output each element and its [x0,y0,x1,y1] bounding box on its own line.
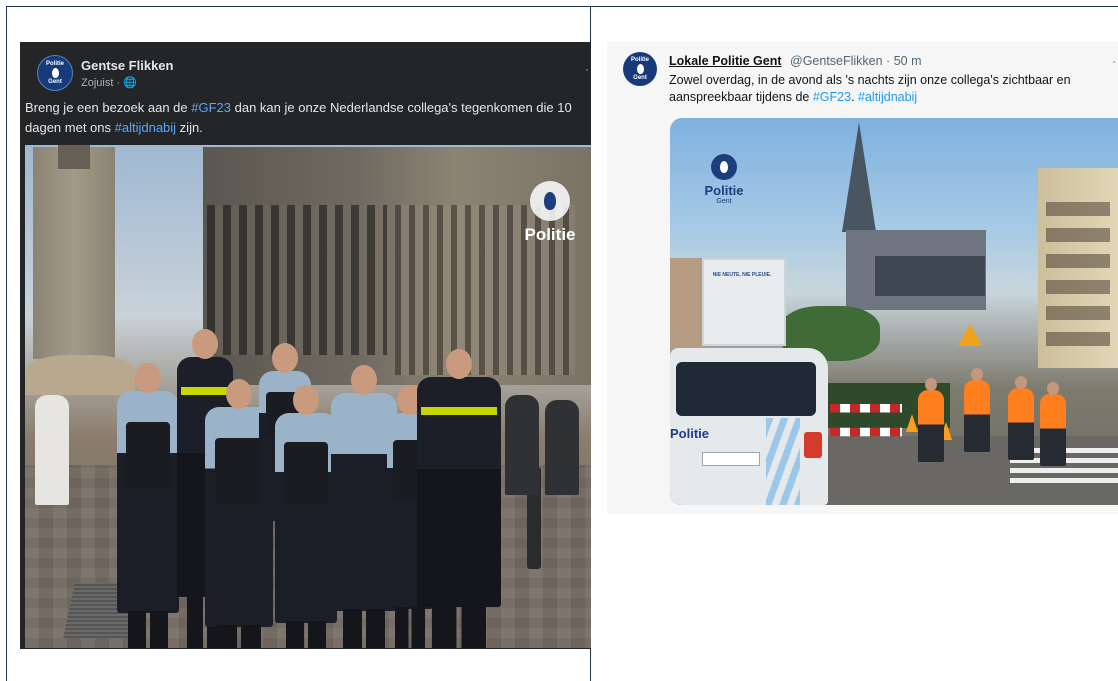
post-timestamp[interactable]: Zojuist · 🌐 [81,76,137,89]
church-spire [842,122,876,232]
belfry-tower [33,147,115,359]
post-text-part: zijn. [176,120,203,135]
more-options-icon[interactable]: · [585,62,589,76]
officer [1040,382,1066,466]
tweet-text: Zowel overdag, in de avond als 's nachts… [669,72,1117,105]
bystander [505,395,539,495]
avatar-label-top: Politie [630,57,649,63]
police-flame-icon [636,64,644,74]
account-handle-time[interactable]: @GentseFlikken · 50 m [790,54,921,68]
building-windows [207,205,387,355]
account-avatar[interactable]: Politie Gent [623,52,657,86]
post-text-part: Breng je een bezoek aan de [25,100,192,115]
more-options-icon[interactable]: · [1112,54,1116,68]
post-photo[interactable]: Politie [25,145,591,648]
bystander [545,400,579,495]
police-flame-icon [711,154,737,180]
police-van: Politie [670,348,828,505]
billboard-text: NIE NEUTE, NIE PLEUIE. [712,272,772,278]
page-name-link[interactable]: Gentse Flikken [81,58,173,73]
traffic-cone-icon [906,414,918,432]
van-taillight [804,432,822,458]
twitter-post: Politie Gent Lokale Politie Gent @Gentse… [607,42,1118,514]
facebook-post-header: Politie Gent Gentse Flikken Zojuist · 🌐 … [20,42,591,144]
officer [275,385,337,648]
watermark-text: Politie [524,225,576,244]
townhouse-windows [1046,196,1110,346]
cafe-umbrella [25,355,135,395]
avatar-label-bottom: Gent [633,75,647,81]
officer [964,368,990,452]
tweet-photo[interactable]: NIE NEUTE, NIE PLEUIE. Politie Politie G… [670,118,1118,505]
avatar-label-bottom: Gent [48,79,62,85]
police-flame-icon [51,68,59,78]
van-lettering: Politie [670,426,710,441]
watermark-logo-icon [530,181,570,221]
politie-watermark: Politie [513,181,587,251]
tweet-text-part: . [851,89,859,104]
hashtag-link-altijdnabij[interactable]: #altijdnabij [115,120,176,135]
avatar-label-top: Politie [45,61,64,67]
officer [417,349,501,648]
account-name-link[interactable]: Lokale Politie Gent [669,54,782,68]
church-roof [875,256,985,296]
logo-word: Politie [704,183,744,198]
van-stripes [766,418,800,505]
hashtag-link-altijdnabij[interactable]: #altijdnabij [858,90,917,104]
officer [918,378,944,462]
warning-sign-icon [958,324,982,346]
facebook-post: Politie Gent Gentse Flikken Zojuist · 🌐 … [20,42,591,649]
hashtag-link-gf23[interactable]: #GF23 [191,100,231,115]
belfry-spire [58,145,90,169]
page-avatar[interactable]: Politie Gent [37,55,73,91]
van-windshield [676,362,816,416]
officer [117,363,179,648]
politie-gent-logo: Politie Gent [694,154,754,205]
officer [1008,376,1034,460]
bystander [35,395,69,505]
license-plate [702,452,760,466]
post-text: Breng je een bezoek aan de #GF23 dan kan… [25,98,590,138]
hashtag-link-gf23[interactable]: #GF23 [813,90,851,104]
logo-subtitle: Gent [716,198,732,205]
